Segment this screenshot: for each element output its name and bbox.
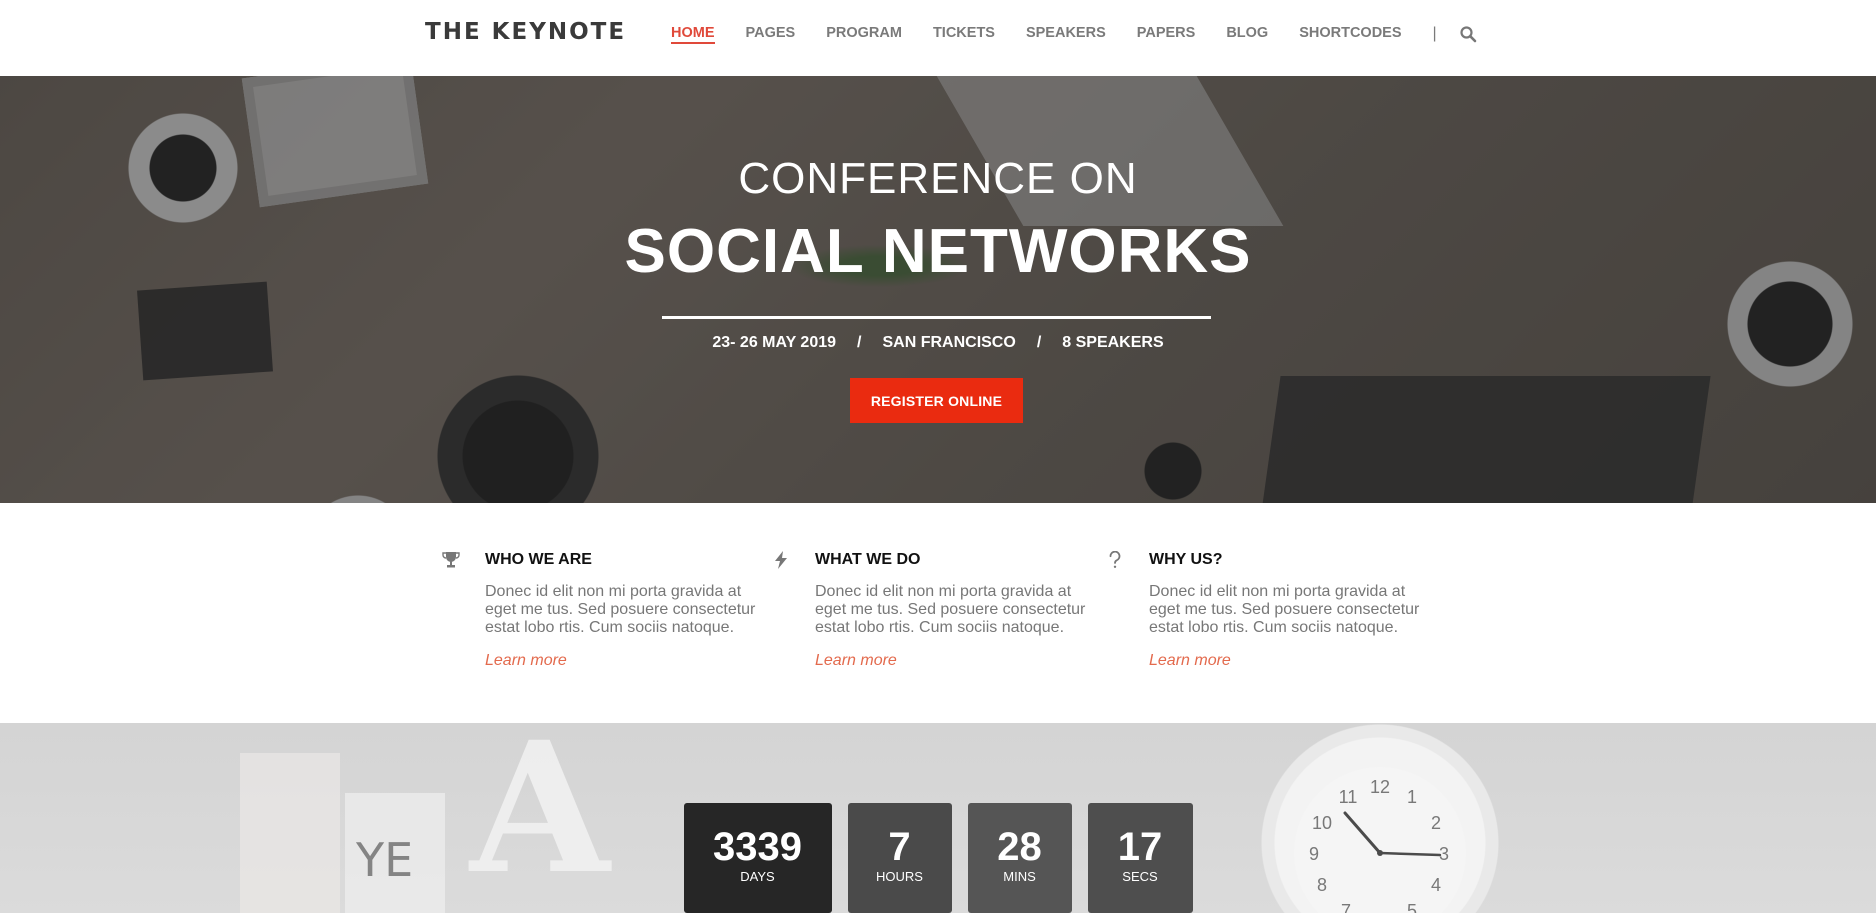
feature-what-we-do: WHAT WE DO Donec id elit non mi porta gr…: [775, 551, 1115, 670]
countdown-section: A YE 12 1 2 3 4 5 7 8 9 10 11 3339 DAYS …: [0, 723, 1876, 913]
hero-title: SOCIAL NETWORKS: [624, 217, 1252, 286]
countdown-mins-label: MINS: [1003, 869, 1036, 884]
countdown-secs-value: 17: [1117, 825, 1163, 869]
feature-title: WHAT WE DO: [815, 551, 921, 568]
countdown-hours-label: HOURS: [876, 869, 923, 884]
learn-more-link[interactable]: Learn more: [1149, 652, 1231, 670]
learn-more-link[interactable]: Learn more: [815, 652, 897, 670]
site-logo[interactable]: THE KEYNOTE: [425, 19, 626, 45]
learn-more-link[interactable]: Learn more: [485, 652, 567, 670]
countdown-mins: 28 MINS: [967, 803, 1072, 913]
feature-description: Donec id elit non mi porta gravida at eg…: [815, 583, 1086, 636]
hero-section: CONFERENCE ON SOCIAL NETWORKS 23- 26 MAY…: [0, 76, 1876, 503]
nav-item-home[interactable]: HOME: [671, 25, 715, 44]
feature-title: WHO WE ARE: [485, 551, 592, 568]
hero-pretitle: CONFERENCE ON: [738, 154, 1138, 203]
event-location: SAN FRANCISCO: [882, 334, 1016, 351]
nav-item-pages[interactable]: PAGES: [746, 25, 796, 44]
feature-why-us: WHY US? Donec id elit non mi porta gravi…: [1109, 551, 1449, 670]
features-section: WHO WE ARE Donec id elit non mi porta gr…: [0, 503, 1876, 723]
hero-divider: [662, 316, 1211, 319]
feature-title: WHY US?: [1149, 551, 1223, 568]
countdown-secs-label: SECS: [1122, 869, 1158, 884]
countdown-mins-value: 28: [997, 825, 1042, 869]
trophy-icon: [440, 551, 462, 573]
bolt-icon: [770, 551, 792, 573]
meta-separator: /: [1036, 334, 1042, 351]
countdown-days-value: 3339: [713, 825, 802, 869]
nav-item-papers[interactable]: PAPERS: [1137, 25, 1196, 44]
countdown-secs: 17 SECS: [1087, 803, 1193, 913]
event-speakers: 8 SPEAKERS: [1062, 334, 1164, 351]
nav-item-blog[interactable]: BLOG: [1226, 25, 1268, 44]
register-online-button[interactable]: REGISTER ONLINE: [850, 378, 1023, 423]
site-header: THE KEYNOTE HOME PAGES PROGRAM TICKETS S…: [0, 0, 1876, 76]
countdown-hours: 7 HOURS: [847, 803, 952, 913]
feature-description: Donec id elit non mi porta gravida at eg…: [1149, 583, 1420, 636]
nav-item-shortcodes[interactable]: SHORTCODES: [1299, 25, 1401, 44]
event-meta: 23- 26 MAY 2019 / SAN FRANCISCO / 8 SPEA…: [0, 334, 1876, 352]
countdown-hours-value: 7: [888, 825, 911, 869]
question-icon: [1104, 551, 1126, 573]
feature-description: Donec id elit non mi porta gravida at eg…: [485, 583, 756, 636]
nav-separator: |: [1432, 25, 1437, 42]
search-icon[interactable]: [1459, 25, 1477, 43]
countdown-days: 3339 DAYS: [683, 803, 832, 913]
hero-content: CONFERENCE ON SOCIAL NETWORKS 23- 26 MAY…: [0, 76, 1876, 503]
countdown-days-label: DAYS: [740, 869, 775, 884]
nav-item-tickets[interactable]: TICKETS: [933, 25, 995, 44]
feature-who-we-are: WHO WE ARE Donec id elit non mi porta gr…: [442, 551, 785, 670]
nav-item-program[interactable]: PROGRAM: [826, 25, 902, 44]
event-dates: 23- 26 MAY 2019: [712, 334, 837, 351]
countdown-timer: 3339 DAYS 7 HOURS 28 MINS 17 SECS: [0, 803, 1876, 913]
meta-separator: /: [857, 334, 862, 351]
nav-item-speakers[interactable]: SPEAKERS: [1026, 25, 1106, 44]
main-nav: HOME PAGES PROGRAM TICKETS SPEAKERS PAPE…: [671, 0, 1477, 68]
